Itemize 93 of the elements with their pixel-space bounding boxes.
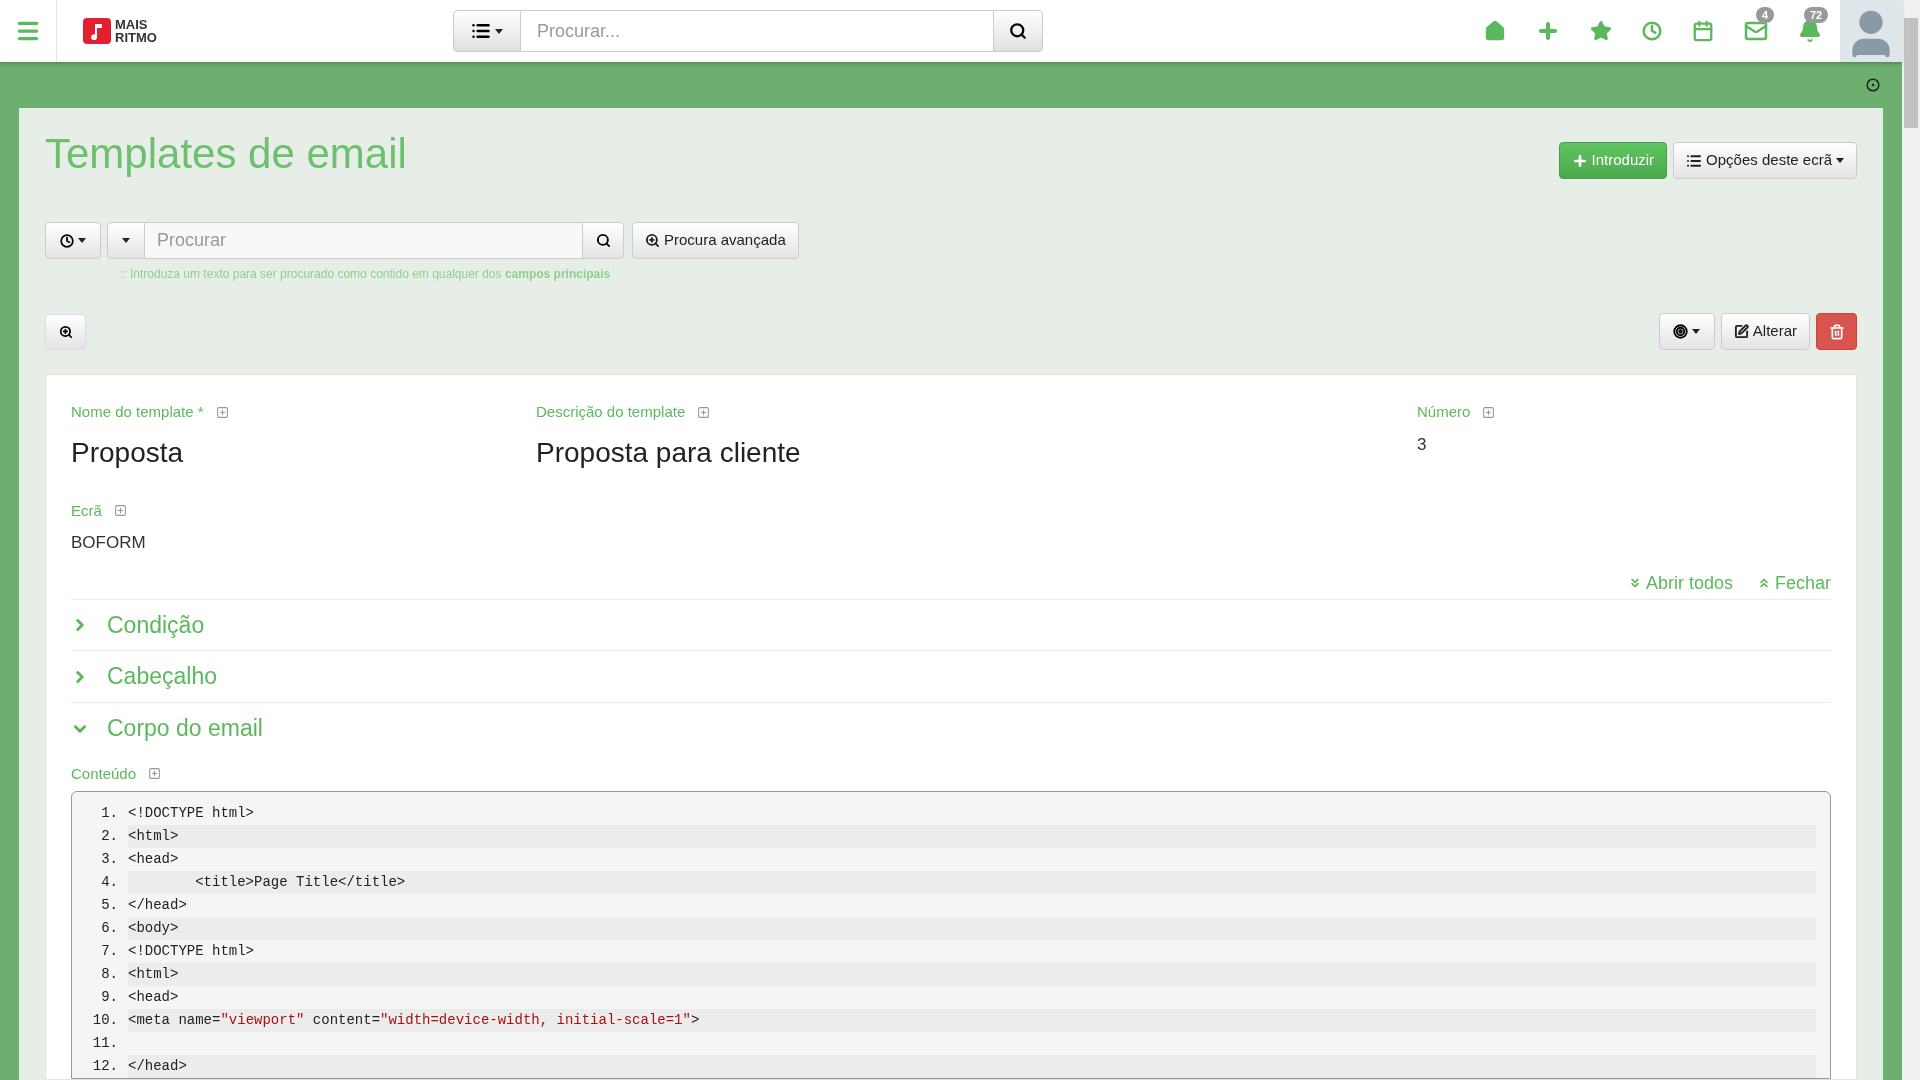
- calendar-icon[interactable]: [1692, 20, 1714, 42]
- line-number: 2.: [100, 827, 118, 846]
- search-icon: [1008, 22, 1027, 40]
- line-number: 7.: [100, 942, 118, 961]
- logo-text: RITMO: [115, 31, 157, 44]
- clock-icon[interactable]: [1642, 21, 1662, 41]
- line-number: 11.: [91, 1034, 118, 1053]
- field-value: Proposta: [71, 435, 185, 470]
- logo[interactable]: MAIS RITMO: [83, 18, 157, 44]
- avatar[interactable]: [1840, 0, 1902, 62]
- line-number: 4.: [100, 873, 118, 892]
- home-icon[interactable]: [1484, 20, 1506, 42]
- section-title: Condição: [107, 610, 205, 640]
- field-value: Proposta para cliente: [536, 435, 802, 470]
- line-number: 12.: [91, 1057, 118, 1076]
- clock-icon: [60, 233, 74, 248]
- notification-count-badge: 72: [1804, 7, 1829, 23]
- search-button[interactable]: [582, 222, 624, 259]
- section-title: Cabeçalho: [107, 662, 217, 692]
- code-line: <!DOCTYPE html>: [128, 804, 255, 823]
- options-button[interactable]: [1658, 313, 1715, 350]
- line-number: 10.: [91, 1011, 118, 1030]
- edit-icon: [1733, 324, 1749, 339]
- expand-icon[interactable]: [113, 504, 127, 518]
- page-title: Templates de email: [45, 129, 407, 179]
- line-number: 1.: [100, 804, 118, 823]
- line-number: 3.: [100, 850, 118, 869]
- caret-icon: [494, 28, 503, 34]
- zoom-button[interactable]: [45, 313, 86, 350]
- settings-dot-icon[interactable]: [1866, 78, 1880, 92]
- search-field[interactable]: Procurar...: [520, 10, 993, 52]
- field-label: Conteúdo: [71, 763, 137, 784]
- list-icon: [1686, 152, 1703, 169]
- line-number: 6.: [100, 919, 118, 938]
- mail-icon[interactable]: [1744, 19, 1768, 43]
- plus-icon: [1571, 152, 1588, 169]
- edit-button[interactable]: Alterar: [1720, 313, 1810, 350]
- accordion-section[interactable]: Corpo do email: [71, 702, 1831, 755]
- code-line: <head>: [128, 988, 179, 1007]
- search-icon: [595, 233, 611, 248]
- target-icon: [1673, 324, 1689, 339]
- code-line: <html>: [128, 827, 179, 846]
- line-number: 5.: [100, 896, 118, 915]
- bell-icon[interactable]: [1798, 19, 1822, 43]
- section-title: Corpo do email: [107, 714, 263, 744]
- expand-icon[interactable]: [1482, 405, 1496, 419]
- scrollbar[interactable]: [1902, 0, 1920, 1080]
- caret-icon: [122, 238, 130, 243]
- code-line: <meta name="viewport" content="width=device-width, initial-scale=1">: [128, 1011, 700, 1030]
- code-line: <title>Page Title</title>: [194, 873, 406, 892]
- trash-icon: [1828, 323, 1845, 340]
- field-label: Número: [1417, 402, 1471, 422]
- close-all-link[interactable]: Fechar: [1756, 569, 1831, 597]
- expand-icon[interactable]: [148, 767, 162, 781]
- search-type-button[interactable]: [452, 10, 521, 52]
- code-line: <html>: [128, 965, 179, 984]
- line-number: 9.: [100, 988, 118, 1007]
- advanced-search-button[interactable]: Procura avançada: [632, 222, 799, 259]
- field-label: Nome do template *: [71, 402, 204, 422]
- field-value: BOFORM: [71, 532, 147, 554]
- search-hint: :: Introduza um texto para ser procurado como contido em qualquer dos campos principais: [120, 266, 612, 283]
- line-number: 8.: [100, 965, 118, 984]
- open-all-link[interactable]: Abrir todos: [1627, 569, 1733, 597]
- mail-count-badge: 4: [1756, 7, 1775, 23]
- code-line: </head>: [128, 896, 187, 915]
- caret-icon: [78, 238, 86, 243]
- zoom-icon: [645, 233, 660, 248]
- code-line: </head>: [128, 1057, 187, 1076]
- search-button[interactable]: [992, 10, 1043, 52]
- code-line: <head>: [128, 850, 179, 869]
- code-line: <!DOCTYPE html>: [128, 942, 255, 961]
- field-label: Ecrã: [71, 500, 102, 521]
- screen-options-button[interactable]: Opções deste ecrã: [1673, 142, 1857, 179]
- accordion-section[interactable]: Condição: [71, 599, 1831, 652]
- code-line: <body>: [128, 919, 179, 938]
- star-icon[interactable]: [1590, 20, 1612, 42]
- field-label: Descrição do template: [536, 402, 686, 422]
- delete-button[interactable]: [1816, 313, 1857, 350]
- add-icon[interactable]: [1536, 19, 1560, 43]
- dropdown-button[interactable]: [107, 222, 145, 259]
- list-icon: [470, 21, 491, 41]
- logo-text: MAIS: [115, 18, 149, 31]
- accordion-section[interactable]: Cabeçalho: [71, 651, 1831, 703]
- add-button[interactable]: Introduzir: [1558, 142, 1668, 179]
- expand-icon[interactable]: [215, 405, 229, 419]
- history-button[interactable]: [45, 222, 101, 259]
- zoom-icon: [58, 324, 73, 339]
- search-field[interactable]: Procurar: [145, 222, 582, 259]
- caret-icon: [1692, 329, 1701, 334]
- caret-icon: [1836, 158, 1844, 163]
- music-note-icon: [83, 18, 111, 44]
- expand-icon[interactable]: [697, 405, 711, 419]
- field-value: 3: [1417, 433, 1428, 456]
